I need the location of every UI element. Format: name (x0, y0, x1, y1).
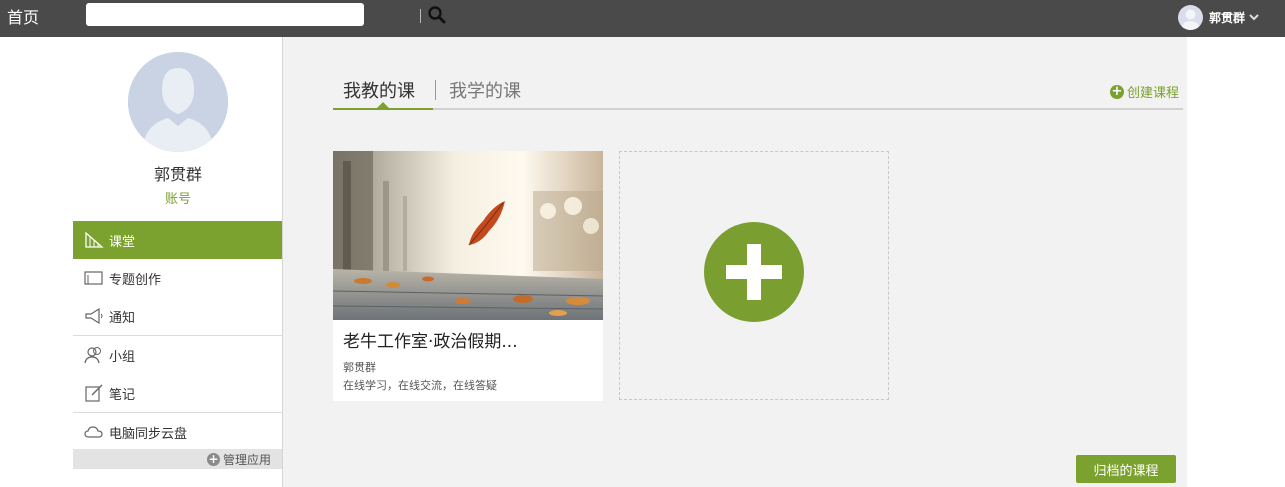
search-button[interactable] (426, 5, 448, 25)
profile-name: 郭贯群 (153, 165, 202, 184)
course-teacher: 郭贯群 (343, 361, 376, 374)
sidebar-item-notice[interactable]: 通知 (73, 297, 283, 335)
tab-separator (435, 80, 436, 100)
classroom-icon (83, 231, 105, 249)
sidebar-item-label: 专题创作 (109, 272, 162, 288)
course-description: 在线学习，在线交流，在线答疑 (343, 379, 497, 392)
sidebar-item-classroom[interactable]: 课堂 (73, 221, 283, 259)
topic-icon (83, 269, 105, 287)
sidebar-item-notes[interactable]: 笔记 (73, 374, 283, 412)
sidebar-item-group[interactable]: 小组 (73, 336, 283, 374)
sidebar-item-label: 通知 (109, 310, 136, 326)
create-course-label: 创建课程 (1126, 86, 1179, 101)
sidebar-item-label: 课堂 (109, 234, 136, 250)
sidebar: 郭贯群 账号 课堂 专题创作 通知 小组 笔记 电脑同步云盘 + 管理应用 (73, 37, 283, 487)
sidebar-item-label: 小组 (109, 349, 136, 365)
sidebar-item-topic[interactable]: 专题创作 (73, 259, 283, 297)
active-tab-indicator (333, 108, 433, 110)
manage-apps-button[interactable]: + 管理应用 (73, 449, 283, 469)
tab-teaching[interactable]: 我教的课 (343, 77, 415, 103)
user-avatar-small (1178, 4, 1203, 30)
cloud-icon (83, 423, 105, 441)
active-tab-caret (377, 102, 389, 108)
user-name: 郭贯群 (1209, 10, 1246, 25)
tab-learning[interactable]: 我学的课 (449, 77, 521, 103)
plus-circle-icon: + (206, 451, 220, 466)
add-plus-icon (704, 222, 804, 322)
main-content: 我教的课 我学的课 + 创建课程 老牛工作室·政治假期... 郭贯群 在线学习，… (283, 37, 1187, 487)
course-card[interactable]: 老牛工作室·政治假期... 郭贯群 在线学习，在线交流，在线答疑 (333, 151, 603, 401)
search-icon (428, 6, 446, 24)
course-title: 老牛工作室·政治假期... (343, 332, 518, 352)
group-icon (83, 346, 105, 364)
home-link[interactable]: 首页 (7, 4, 39, 28)
note-icon (83, 384, 105, 402)
megaphone-icon (83, 307, 105, 325)
chevron-down-icon (1249, 14, 1259, 21)
manage-apps-label: 管理应用 (222, 452, 271, 467)
search-input[interactable] (90, 5, 330, 24)
plus-circle-icon: + (1109, 83, 1124, 99)
search-box (86, 3, 446, 26)
course-cover-image (333, 151, 603, 320)
sidebar-nav: 课堂 专题创作 通知 小组 笔记 电脑同步云盘 (73, 221, 283, 451)
sidebar-item-label: 笔记 (109, 387, 136, 403)
right-margin (1187, 37, 1285, 487)
add-course-card[interactable] (619, 151, 889, 400)
sidebar-item-cloud[interactable]: 电脑同步云盘 (73, 413, 283, 451)
profile-avatar[interactable] (128, 52, 228, 152)
search-divider (420, 9, 421, 23)
sidebar-item-label: 电脑同步云盘 (109, 426, 188, 442)
archived-courses-button[interactable]: 归档的课程 (1076, 455, 1176, 483)
user-menu[interactable]: 郭贯群 (1178, 4, 1259, 30)
tabs-underline (333, 108, 1183, 110)
top-bar: 首页 郭贯群 (0, 0, 1285, 37)
course-tabs: 我教的课 我学的课 + 创建课程 (333, 77, 1183, 110)
create-course-button[interactable]: + 创建课程 (1109, 82, 1179, 101)
account-link[interactable]: 账号 (73, 188, 283, 207)
